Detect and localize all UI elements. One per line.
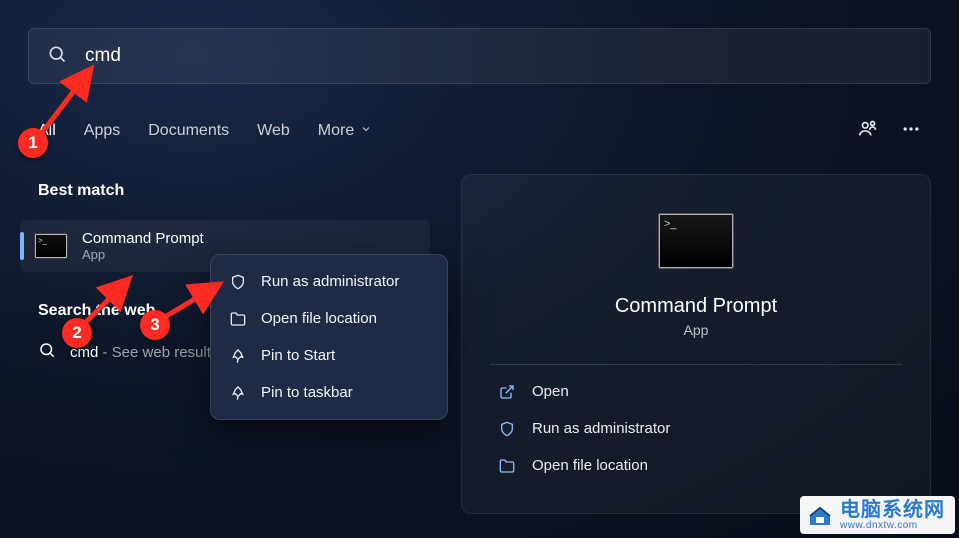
annotation-badge-3: 3 — [140, 310, 170, 340]
context-menu: Run as administrator Open file location … — [210, 254, 448, 420]
tab-more-label: More — [318, 122, 354, 140]
pin-icon — [229, 348, 247, 364]
ctx-open-file-location[interactable]: Open file location — [219, 300, 439, 337]
tab-more[interactable]: More — [318, 122, 372, 140]
annotation-badge-2: 2 — [62, 318, 92, 348]
preview-panel: Command Prompt App Open Run as administr… — [461, 174, 931, 514]
watermark-url: www.dnxtw.com — [840, 521, 945, 531]
action-open-file-location[interactable]: Open file location — [490, 447, 902, 484]
ctx-pin-to-taskbar-label: Pin to taskbar — [261, 384, 353, 401]
ctx-pin-to-taskbar[interactable]: Pin to taskbar — [219, 374, 439, 411]
ctx-run-as-admin-label: Run as administrator — [261, 273, 399, 290]
action-open-label: Open — [532, 383, 569, 400]
ctx-pin-to-start-label: Pin to Start — [261, 347, 335, 364]
command-prompt-icon — [658, 213, 734, 269]
ctx-run-as-admin[interactable]: Run as administrator — [219, 263, 439, 300]
search-icon — [47, 44, 67, 69]
shield-icon — [229, 274, 247, 290]
watermark-title: 电脑系统网 — [840, 500, 945, 520]
action-run-as-admin[interactable]: Run as administrator — [490, 410, 902, 447]
search-icon — [38, 341, 56, 363]
action-run-as-admin-label: Run as administrator — [532, 420, 670, 437]
folder-icon — [229, 311, 247, 327]
ctx-open-file-location-label: Open file location — [261, 310, 377, 327]
command-prompt-icon — [34, 233, 68, 259]
more-options-icon[interactable] — [901, 119, 921, 144]
web-result-suffix: - See web results — [98, 344, 218, 361]
best-match-title: Command Prompt — [82, 230, 204, 247]
tab-web[interactable]: Web — [257, 122, 290, 140]
tab-apps[interactable]: Apps — [84, 122, 120, 140]
best-match-heading: Best match — [38, 182, 430, 200]
search-bar[interactable] — [28, 28, 931, 84]
search-input[interactable] — [85, 45, 912, 67]
preview-title: Command Prompt — [615, 295, 777, 318]
filter-tabs-row: All Apps Documents Web More — [38, 112, 921, 150]
account-icon[interactable] — [857, 118, 879, 145]
action-open-file-location-label: Open file location — [532, 457, 648, 474]
watermark-logo-icon — [808, 505, 832, 527]
ctx-pin-to-start[interactable]: Pin to Start — [219, 337, 439, 374]
watermark: 电脑系统网 www.dnxtw.com — [800, 496, 955, 534]
shield-icon — [498, 421, 516, 437]
pin-icon — [229, 385, 247, 401]
filter-tabs: All Apps Documents Web More — [38, 122, 372, 140]
preview-subtitle: App — [684, 322, 709, 338]
selection-indicator — [20, 232, 24, 260]
annotation-badge-1: 1 — [18, 128, 48, 158]
divider — [490, 364, 902, 365]
open-icon — [498, 384, 516, 400]
action-open[interactable]: Open — [490, 373, 902, 410]
best-match-subtitle: App — [82, 247, 204, 262]
folder-icon — [498, 458, 516, 474]
tab-documents[interactable]: Documents — [148, 122, 229, 140]
chevron-down-icon — [360, 122, 372, 140]
